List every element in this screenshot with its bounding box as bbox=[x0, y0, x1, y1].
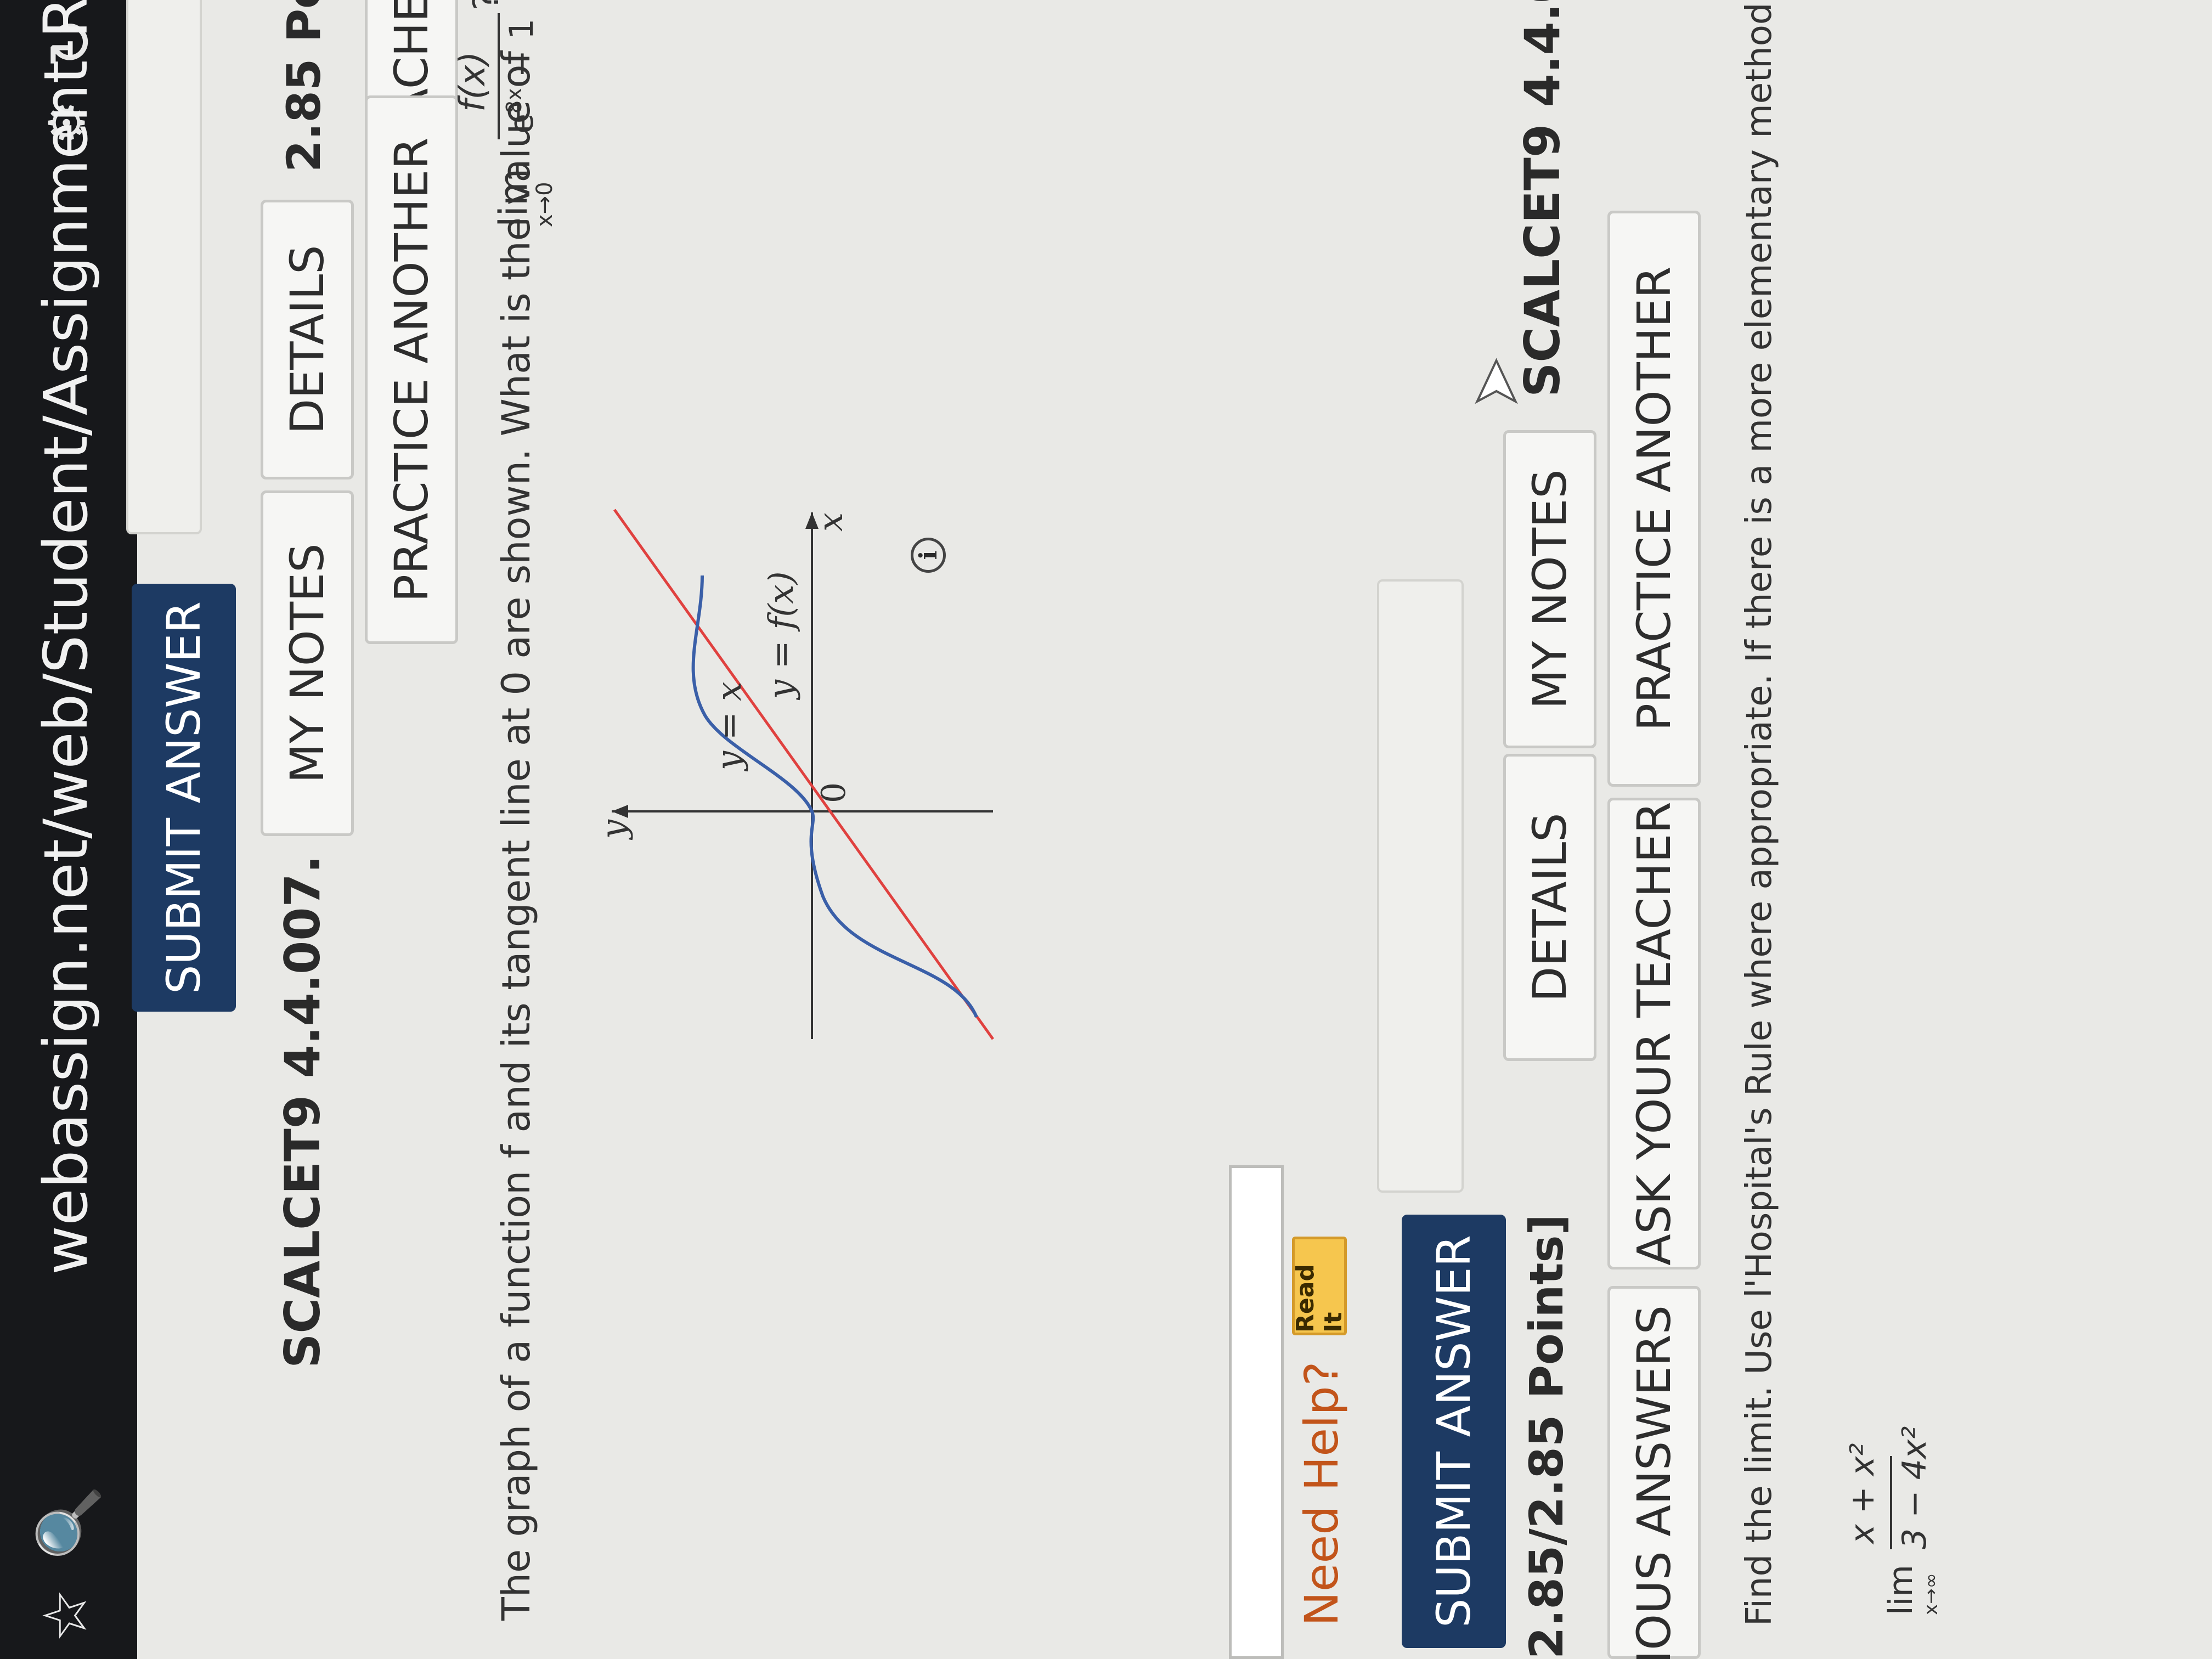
q3-problem-code: SCALCET9 4.4.020. bbox=[1514, 0, 1571, 397]
q2-frac-den-exp: 8x bbox=[502, 88, 526, 114]
q3-frac-den: 3 − 4x² bbox=[1895, 1426, 1934, 1549]
search-icon[interactable]: 🔍 bbox=[33, 1485, 104, 1560]
page-frame: ↻ ⚙ webassign.net/web/Student/Assignment… bbox=[0, 0, 2212, 1659]
q3-my-notes-button[interactable]: MY NOTES bbox=[1503, 430, 1596, 748]
q2-details-button[interactable]: DETAILS bbox=[261, 200, 354, 479]
q1-submit-button[interactable]: SUBMIT ANSWER bbox=[132, 584, 236, 1012]
q3-ask-teacher-button[interactable]: ASK YOUR TEACHER bbox=[1607, 798, 1701, 1269]
q2-read-it-button[interactable]: Read It bbox=[1291, 1237, 1347, 1335]
q3-lim-word: lim bbox=[1882, 1565, 1920, 1615]
q2-lim-sub: x→0 bbox=[532, 182, 557, 227]
q1-panel-edge bbox=[126, 0, 202, 534]
q2-answer-input[interactable] bbox=[1229, 1165, 1284, 1659]
q2-frac-den: e8x − 1 bbox=[502, 19, 541, 134]
q2-my-notes-button[interactable]: MY NOTES bbox=[261, 490, 354, 836]
q2-frac-num: f(x) bbox=[453, 51, 493, 112]
y-axis-arrow-icon bbox=[612, 805, 628, 818]
q3-previous-answers-button[interactable]: REVIOUS ANSWERS bbox=[1607, 1286, 1701, 1659]
q2-frac-den-rest: − 1 bbox=[503, 18, 541, 88]
q3-limit-expression: lim x→∞ x + x² 3 − 4x² bbox=[1843, 1426, 1964, 1615]
q2-frac-den-base: e bbox=[503, 114, 541, 134]
q2-practice-another-button[interactable]: PRACTICE ANOTHER bbox=[365, 95, 458, 644]
curve-label: y = f(x) bbox=[761, 571, 801, 701]
y-axis-label: y bbox=[594, 819, 634, 840]
mouse-cursor-icon: ➤ bbox=[1458, 357, 1531, 409]
q2-limit-expression: lim x→0 f(x) e8x − 1 ? bbox=[453, 0, 562, 227]
q2-question-mark: ? bbox=[466, 0, 507, 10]
q3-points: 2.85/2.85 Points] bbox=[1520, 1214, 1573, 1659]
tangent-label: y = x bbox=[709, 682, 749, 772]
q2-points: 2.85 Points] bbox=[277, 0, 331, 172]
q3-frac-num: x + x² bbox=[1843, 1443, 1882, 1544]
q3-frac-bar bbox=[1890, 1456, 1892, 1549]
q3-practice-another-button[interactable]: PRACTICE ANOTHER bbox=[1607, 211, 1701, 787]
bookmark-star-icon[interactable]: ☆ bbox=[30, 1588, 100, 1643]
q3-question-text: Find the limit. Use l'Hospital's Rule wh… bbox=[1739, 0, 1780, 1626]
info-icon[interactable]: i bbox=[911, 538, 946, 573]
q2-lim-word: lim bbox=[491, 168, 536, 227]
q2-question-sentence: The graph of a function f and its tangen… bbox=[494, 51, 539, 1621]
q3-details-button[interactable]: DETAILS bbox=[1503, 754, 1596, 1061]
q2-submit-button[interactable]: SUBMIT ANSWER bbox=[1402, 1215, 1506, 1648]
browser-toolbar: ↻ ⚙ webassign.net/web/Student/Assignment… bbox=[0, 0, 137, 1659]
origin-label: 0 bbox=[815, 782, 853, 803]
tangent-line bbox=[613, 509, 995, 1040]
x-axis-label: x bbox=[810, 512, 850, 532]
q2-problem-code: SCALCET9 4.4.007. bbox=[274, 855, 331, 1368]
q2-frac-bar bbox=[498, 13, 500, 139]
address-bar[interactable]: webassign.net/web/Student/Assignment-Re.… bbox=[30, 0, 101, 1275]
q2-need-help-label: Need Help? bbox=[1295, 1361, 1348, 1626]
q2-panel-edge bbox=[1377, 579, 1464, 1193]
q2-graph: y x 0 y = x y = f(x) bbox=[594, 509, 995, 1040]
q2-question-text: The graph of a function f and its tangen… bbox=[453, 0, 560, 1659]
q3-lim-sub: x→∞ bbox=[1920, 1573, 1942, 1615]
